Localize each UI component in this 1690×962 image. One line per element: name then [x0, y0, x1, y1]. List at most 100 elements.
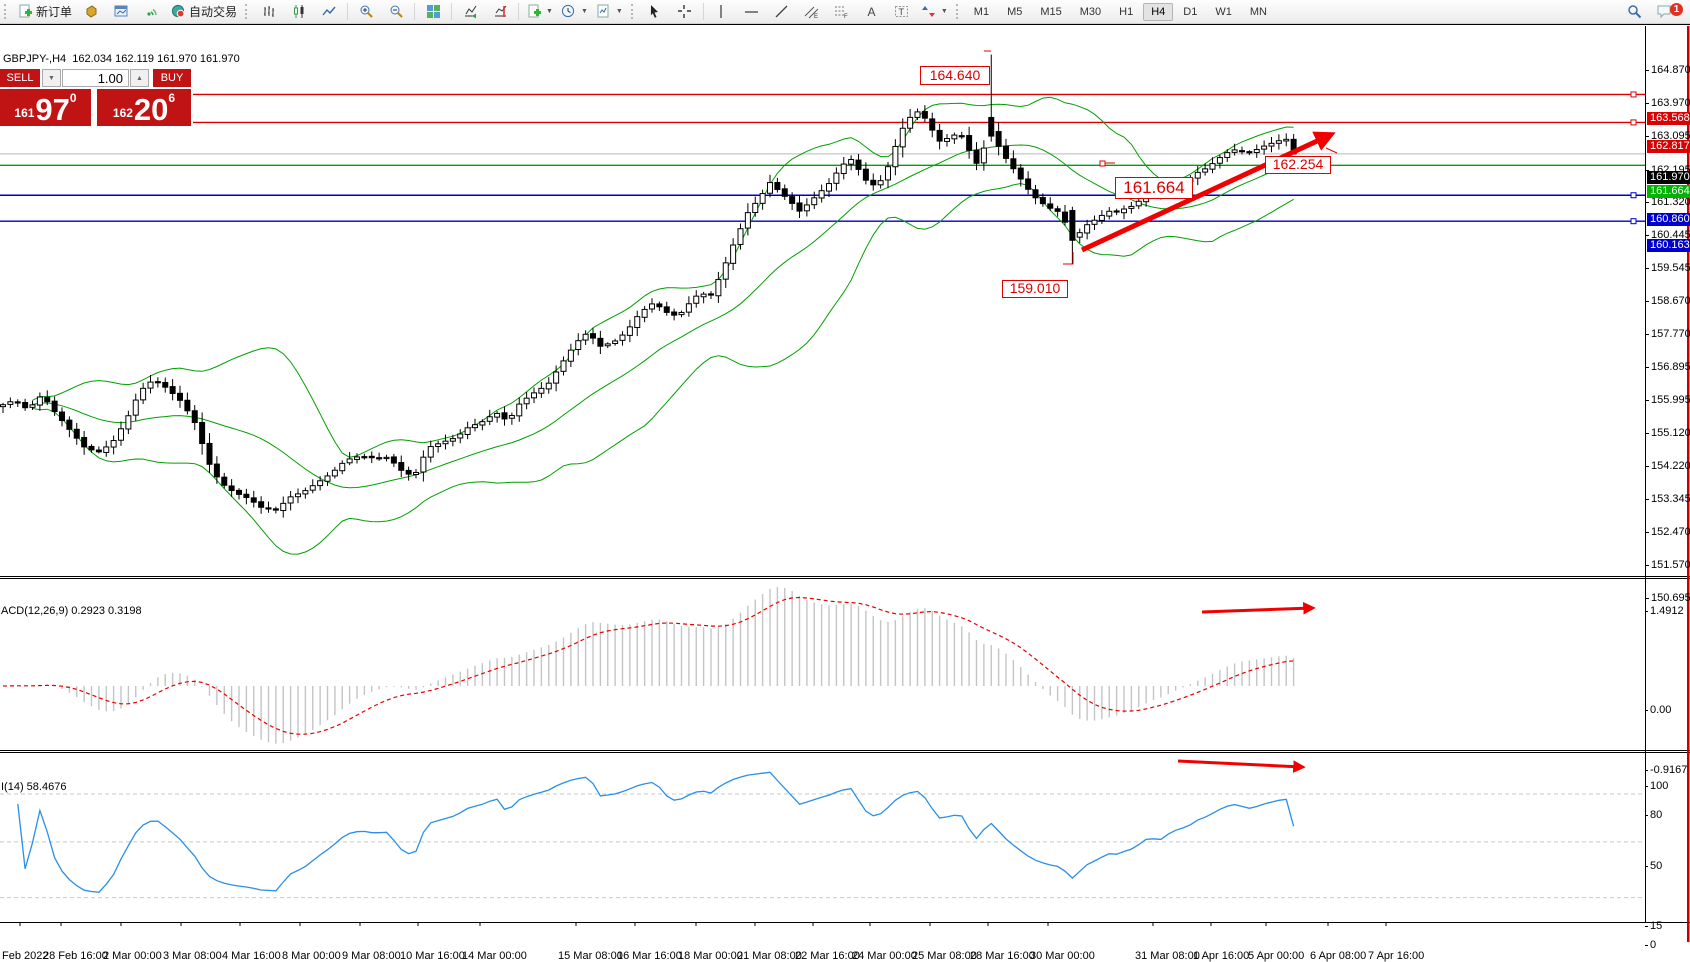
toolbar-drag-handle[interactable] [4, 4, 9, 19]
toolbar: 新订单 自动交易 ▼ ▼ ▼ EFA T ▼ M1M5M15M30H1H4D1W1MN 1 [0, 0, 1690, 24]
fibonacci-button[interactable]: F [828, 1, 856, 23]
time-tick-label: 2 Mar 00:00 [103, 950, 162, 962]
bid-price-big: 97 [35, 95, 69, 124]
timeframe-M1[interactable]: M1 [966, 3, 997, 21]
timeframe-D1[interactable]: D1 [1175, 3, 1205, 21]
indicators-button[interactable]: ▼ [523, 1, 556, 23]
search-button[interactable] [1620, 1, 1648, 23]
toolbar-drag-handle[interactable] [245, 4, 250, 19]
autoscroll-icon [462, 4, 478, 20]
line-chart-type-button[interactable] [315, 1, 343, 23]
timeframe-H4[interactable]: H4 [1143, 3, 1173, 21]
notifications-button[interactable]: 1 [1650, 1, 1678, 23]
cursor-button[interactable] [641, 1, 669, 23]
price-badge: 163.568 [1647, 112, 1690, 125]
window-chart-icon [113, 4, 129, 20]
price-tick-label: 157.770 [1651, 328, 1690, 340]
svg-text:T: T [899, 7, 905, 17]
auto-trading-button[interactable]: 自动交易 [167, 1, 240, 23]
candlestick-series [1, 55, 1297, 518]
periods-button[interactable]: ▼ [558, 1, 591, 23]
macd-arrow[interactable] [1202, 608, 1312, 612]
sell-button[interactable]: SELL [0, 69, 40, 87]
chartshift-icon [492, 4, 508, 20]
time-tick-label: 28 Feb 16:00 [43, 950, 108, 962]
macd-scale-label: -0.9167 [1650, 764, 1687, 776]
symbol-ohlc-info: GBPJPY-,H4 162.034 162.119 161.970 161.9… [3, 53, 240, 65]
timeframe-M30[interactable]: M30 [1072, 3, 1109, 21]
search-icon [1626, 4, 1642, 20]
chevron-down-icon: ▼ [941, 8, 948, 15]
charts-button[interactable] [107, 1, 135, 23]
time-tick-label: 16 Mar 16:00 [617, 950, 682, 962]
timeframe-W1[interactable]: W1 [1207, 3, 1240, 21]
zoom-out-icon [388, 4, 404, 20]
cube-icon [83, 4, 99, 20]
panel-borders [0, 26, 1690, 942]
bars-icon [261, 4, 277, 20]
price-annotation-label[interactable]: 162.254 [1265, 156, 1331, 174]
price-annotation-label[interactable]: 161.664 [1115, 177, 1193, 199]
new-order-button[interactable]: 新订单 [14, 1, 75, 23]
time-tick-label: 28 Mar 16:00 [970, 950, 1035, 962]
rsi-arrow[interactable] [1178, 761, 1302, 767]
timeframe-MN[interactable]: MN [1242, 3, 1275, 21]
zoom-out-button[interactable] [382, 1, 410, 23]
macd-indicator-label: ACD(12,26,9) 0.2923 0.3198 [1, 605, 142, 617]
price-tick-label: 158.670 [1651, 295, 1690, 307]
volume-input[interactable] [62, 69, 129, 87]
crosshair-button[interactable] [671, 1, 699, 23]
price-annotation-label[interactable]: 164.640 [920, 66, 990, 85]
profiles-button[interactable] [77, 1, 105, 23]
ask-price-button[interactable]: 162 20 6 [97, 89, 191, 126]
rsi-scale-label: 15 [1650, 920, 1662, 932]
zoom-in-button[interactable] [352, 1, 380, 23]
chart-window[interactable]: GBPJPY-,H4 162.034 162.119 161.970 161.9… [0, 24, 1690, 942]
signals-button[interactable] [137, 1, 165, 23]
doc-plus-icon [526, 4, 542, 20]
buy-button[interactable]: BUY [153, 69, 191, 87]
candlestick-type-button[interactable] [285, 1, 313, 23]
trend-line-button[interactable] [768, 1, 796, 23]
bar-chart-type-button[interactable] [255, 1, 283, 23]
hline-icon [744, 4, 760, 20]
price-tick-label: 161.320 [1651, 196, 1690, 208]
horizontal-line-objects[interactable] [0, 92, 1645, 224]
timeframe-H1[interactable]: H1 [1111, 3, 1141, 21]
text-button[interactable]: A [858, 1, 886, 23]
toolbar-separator [451, 3, 452, 20]
time-tick-label: 24 Mar 00:00 [852, 950, 917, 962]
tile-windows-button[interactable] [419, 1, 447, 23]
autotrade-icon [170, 4, 186, 20]
volume-increase-button[interactable]: ▲ [130, 69, 149, 87]
vertical-line-button[interactable] [708, 1, 736, 23]
timeframe-M5[interactable]: M5 [999, 3, 1030, 21]
arrows-tool-button[interactable]: ▼ [918, 1, 951, 23]
price-tick-label: 164.870 [1651, 64, 1690, 76]
new-order-label: 新订单 [36, 3, 72, 20]
text-label-button[interactable]: T [888, 1, 916, 23]
bid-price-button[interactable]: 161 97 0 [0, 89, 91, 126]
volume-decrease-button[interactable]: ▼ [42, 69, 61, 87]
rsi-scale-label: 50 [1650, 860, 1662, 872]
vline-icon [714, 4, 730, 20]
templates-button[interactable]: ▼ [593, 1, 626, 23]
linechart-icon [321, 4, 337, 20]
rsi-indicator-label: I(14) 58.4676 [1, 781, 66, 793]
timeframe-M15[interactable]: M15 [1032, 3, 1069, 21]
price-annotation-label[interactable]: 159.010 [1002, 280, 1068, 298]
chevron-down-icon: ▼ [546, 8, 553, 15]
horizontal-line-button[interactable] [738, 1, 766, 23]
chart-canvas[interactable] [0, 25, 1690, 942]
toolbar-separator [347, 3, 348, 20]
toolbar-drag-handle[interactable] [631, 4, 636, 19]
doc-plus-icon [17, 4, 33, 20]
auto-scroll-button[interactable] [456, 1, 484, 23]
time-tick-label: 30 Mar 00:00 [1030, 950, 1095, 962]
svg-text:A: A [868, 5, 876, 19]
toolbar-drag-handle[interactable] [956, 4, 961, 19]
chart-shift-button[interactable] [486, 1, 514, 23]
chevron-down-icon: ▼ [616, 8, 623, 15]
equidistant-channel-button[interactable]: E [798, 1, 826, 23]
price-tick-label: 163.970 [1651, 97, 1690, 109]
